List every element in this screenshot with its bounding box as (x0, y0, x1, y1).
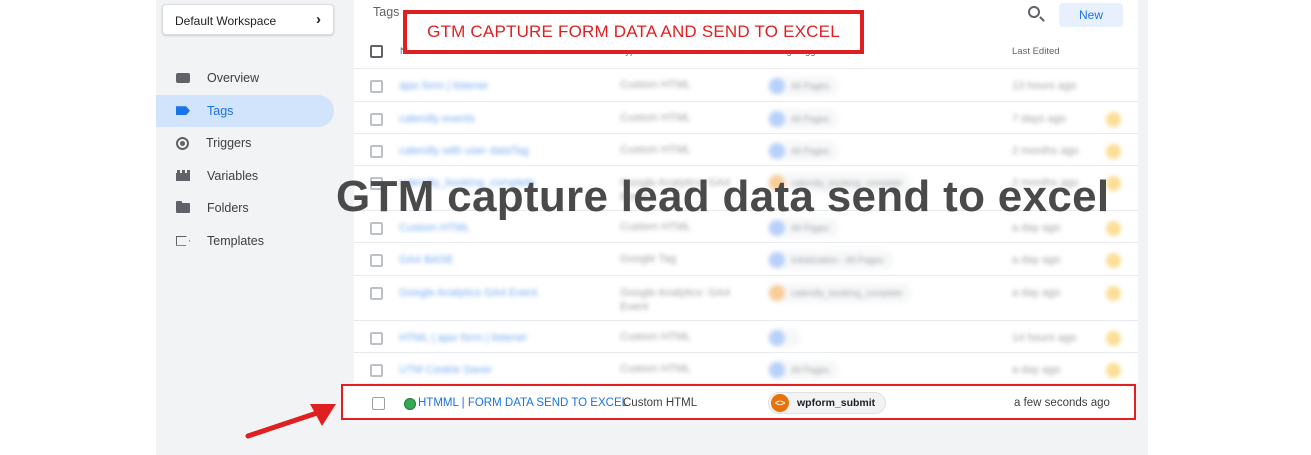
sidebar-item-label: Templates (207, 233, 264, 248)
sidebar-item-tags[interactable]: Tags (156, 94, 334, 127)
trigger-chip[interactable]: All Pages (767, 141, 840, 161)
sidebar-item-folders[interactable]: Folders (156, 192, 334, 225)
annotation-box-title: GTM CAPTURE FORM DATA AND SEND TO EXCEL (427, 22, 840, 41)
page-title: Tags (373, 5, 400, 19)
new-status-dot (404, 398, 416, 410)
trigger-chip[interactable]: calendly_booking_complete (767, 283, 913, 303)
sidebar-item-label: Overview (207, 71, 260, 86)
workspace-label: Default Workspace (175, 14, 277, 28)
code-icon: <> (771, 394, 789, 412)
status-dot (1106, 144, 1121, 159)
table-row[interactable]: ajax form | listener Custom HTML All Pages… (354, 68, 1138, 101)
trigger-chip-label: wpform_submit (797, 397, 876, 409)
trigger-chip[interactable] (767, 328, 801, 348)
annotation-box: GTM CAPTURE FORM DATA AND SEND TO EXCEL (403, 10, 864, 54)
workspace-selector[interactable]: Default Workspace › (162, 4, 334, 35)
tag-icon (176, 106, 190, 116)
template-icon (176, 235, 190, 246)
tag-type: Custom HTML (620, 112, 691, 124)
status-dot (1106, 331, 1121, 346)
last-edited: a day ago (1012, 222, 1061, 234)
last-edited: 2 months ago (1012, 145, 1079, 157)
row-checkbox[interactable] (370, 113, 383, 126)
last-edited: 7 days ago (1012, 113, 1066, 125)
column-header-last-edited[interactable]: Last Edited (1012, 46, 1060, 57)
row-checkbox[interactable] (370, 254, 383, 267)
table-row[interactable]: UTM Cookie Saver Custom HTML All Pages a da… (354, 352, 1138, 383)
row-checkbox[interactable] (370, 364, 383, 377)
row-checkbox[interactable] (372, 397, 385, 410)
sidebar-item-triggers[interactable]: Triggers (156, 127, 334, 160)
overview-icon (176, 73, 190, 84)
tag-name-link[interactable]: ajax form | listener (399, 80, 489, 92)
arrow-icon (245, 404, 336, 439)
last-edited: 14 hours ago (1012, 332, 1077, 344)
status-dot (1106, 363, 1121, 378)
tag-name-link[interactable]: calendly events (399, 113, 475, 125)
overlay-title: GTM capture lead data send to excel (336, 172, 1110, 221)
tag-name-link[interactable]: HTMML | FORM DATA SEND TO EXCEL (418, 397, 628, 409)
tag-name-link[interactable]: Google Analytics GA4 Event (399, 287, 537, 299)
tag-name-link[interactable]: calendly with user dataTag (399, 145, 529, 157)
trigger-chip[interactable]: Initialization - All Pages (767, 250, 894, 270)
tag-type: Google Analytics: GA4 Event (620, 287, 731, 313)
last-edited: 13 hours ago (1012, 80, 1077, 92)
last-edited: a few seconds ago (1014, 397, 1110, 409)
search-icon[interactable] (1028, 6, 1040, 18)
trigger-chip[interactable]: <> wpform_submit (768, 392, 887, 414)
tag-type: Custom HTML (620, 79, 691, 91)
tag-type: Google Tag (620, 253, 677, 265)
status-dot (1106, 221, 1121, 236)
page: Default Workspace › Overview Tags Trigge… (0, 0, 1311, 455)
tag-type: Custom HTML (623, 397, 698, 409)
row-checkbox[interactable] (370, 145, 383, 158)
tag-name-link[interactable]: UTM Cookie Saver (399, 364, 492, 376)
paused-icon (1106, 112, 1121, 127)
trigger-icon (176, 136, 189, 150)
sidebar-item-label: Triggers (206, 136, 252, 151)
sidebar-item-label: Variables (207, 168, 259, 183)
sidebar-item-templates[interactable]: Templates (156, 225, 334, 258)
sidebar-nav: Overview Tags Triggers Variables Folders… (156, 62, 336, 257)
tag-type: Custom HTML (620, 221, 691, 233)
last-edited: a day ago (1012, 364, 1061, 376)
row-checkbox[interactable] (370, 222, 383, 235)
folder-icon (176, 201, 190, 214)
tag-type: Custom HTML (620, 144, 691, 156)
table-row[interactable]: calendly events Custom HTML All Pages 7 day… (354, 101, 1138, 133)
table-row[interactable]: GA4 BASE Google Tag Initialization - All P… (354, 242, 1138, 275)
sidebar-item-label: Tags (207, 103, 234, 118)
tag-name-link[interactable]: HTML | ajax form | listener (399, 332, 527, 344)
variables-icon (176, 170, 190, 182)
last-edited: a day ago (1012, 287, 1061, 299)
new-tag-button[interactable]: New (1059, 3, 1123, 27)
row-checkbox[interactable] (370, 287, 383, 300)
trigger-chip[interactable]: All Pages (767, 109, 840, 129)
row-checkbox[interactable] (370, 332, 383, 345)
table-row[interactable]: HTML | ajax form | listener Custom HTML 14… (354, 320, 1138, 352)
status-dot (1106, 253, 1121, 268)
table-row[interactable]: calendly with user dataTag Custom HTML All… (354, 133, 1138, 165)
sidebar-item-overview[interactable]: Overview (156, 62, 334, 95)
sidebar-item-label: Folders (207, 201, 249, 216)
tag-name-link[interactable]: Custom HTML (399, 222, 470, 234)
tag-name-link[interactable]: GA4 BASE (399, 254, 453, 266)
row-checkbox[interactable] (370, 80, 383, 93)
tag-type: Custom HTML (620, 331, 691, 343)
trigger-chip[interactable]: All Pages (767, 360, 840, 380)
table-row[interactable]: Google Analytics GA4 Event Google Analyti… (354, 275, 1138, 320)
trigger-chip[interactable]: All Pages (767, 76, 840, 96)
chevron-right-icon: › (316, 11, 321, 28)
sidebar-item-variables[interactable]: Variables (156, 160, 334, 193)
last-edited: a day ago (1012, 254, 1061, 266)
status-dot (1106, 286, 1121, 301)
table-row-highlighted[interactable]: HTMML | FORM DATA SEND TO EXCEL Custom H… (341, 384, 1136, 420)
tag-type: Custom HTML (620, 363, 691, 375)
select-all-checkbox[interactable] (370, 45, 383, 58)
